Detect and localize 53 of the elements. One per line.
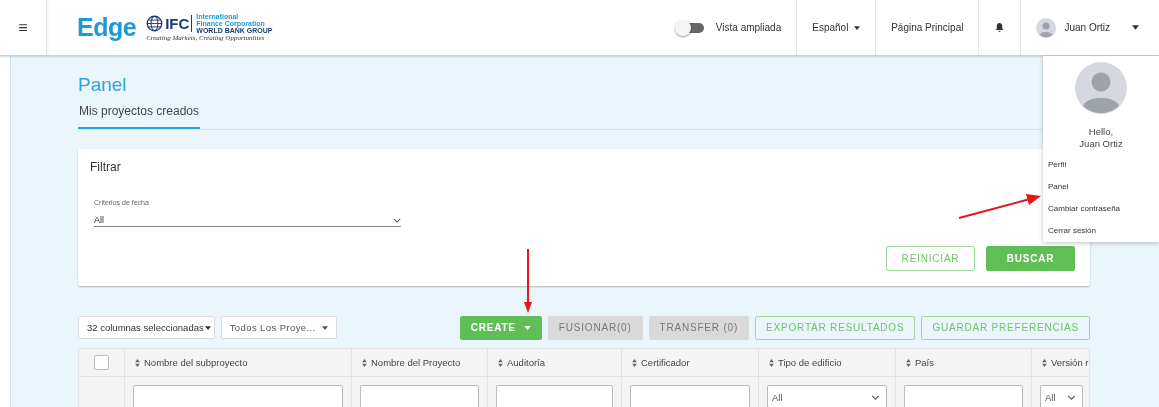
column-filter-field[interactable] [630, 385, 750, 407]
column-filter-field[interactable] [133, 385, 343, 407]
columns-select[interactable]: 32 columnas seleccionadas [78, 316, 215, 339]
column-header[interactable]: Auditoría [507, 357, 546, 368]
menu-item[interactable]: Panel [1048, 182, 1069, 192]
caret-icon[interactable] [1132, 25, 1139, 30]
sort-icon[interactable] [906, 358, 911, 367]
column-filter-select[interactable]: All [767, 385, 887, 407]
caret-icon [321, 325, 328, 330]
chevron-icon [393, 217, 401, 223]
user-name[interactable]: Juan Ortiz [1064, 22, 1110, 33]
chevron-icon [1067, 394, 1076, 400]
column-header[interactable]: Nombre del Proyecto [371, 357, 461, 368]
globe-icon [146, 15, 164, 32]
card-title: Filtrar [90, 160, 121, 174]
projects-select[interactable]: Todos Los Proye... [220, 316, 337, 339]
home-link[interactable]: Página Principal [891, 22, 964, 33]
select-all-checkbox[interactable] [94, 355, 109, 370]
column-filter-select[interactable]: All [1040, 385, 1083, 407]
language-dropdown[interactable]: Español [812, 22, 861, 33]
sort-icon[interactable] [135, 358, 140, 367]
caret-icon [854, 26, 861, 31]
sort-icon[interactable] [1042, 358, 1047, 367]
column-filter-field[interactable] [904, 385, 1023, 407]
annotation-arrow [523, 249, 533, 313]
column-header[interactable]: Versión r [1051, 357, 1089, 368]
column-header[interactable]: País [915, 357, 934, 368]
toggle-label: Vista ampliada [715, 22, 782, 33]
sort-icon[interactable] [769, 358, 774, 367]
ifc-name: IFC [165, 15, 193, 32]
sort-icon[interactable] [632, 358, 637, 367]
menu-item[interactable]: Cerrar sesión [1048, 226, 1096, 236]
column-header[interactable]: Nombre del subproyecto [144, 357, 248, 368]
caret-icon [204, 325, 211, 330]
column-header[interactable]: Certificador [641, 357, 690, 368]
column-header[interactable]: Tipo de edificio [778, 357, 842, 368]
sort-icon[interactable] [362, 358, 367, 367]
menu-button[interactable]: ≡ [18, 18, 28, 37]
menu-item[interactable]: Cambiar contraseña [1048, 204, 1121, 214]
column-filter-field[interactable] [496, 385, 613, 407]
sort-icon[interactable] [498, 358, 503, 367]
date-criteria-select[interactable]: All [94, 215, 401, 227]
bell-icon[interactable] [994, 22, 1006, 33]
column-filter-field[interactable] [360, 385, 479, 407]
toggle-switch[interactable] [677, 22, 704, 33]
brand-logo: Edge [77, 13, 137, 42]
caret-icon [523, 326, 531, 331]
page-title: Panel [78, 74, 128, 96]
chevron-icon [871, 394, 880, 400]
greeting: Hello, Juan Ortiz [1079, 126, 1123, 150]
tab[interactable]: Mis proyectos creados [78, 104, 201, 129]
avatar-icon [1075, 62, 1127, 114]
menu-item[interactable]: Perfil [1048, 160, 1067, 170]
